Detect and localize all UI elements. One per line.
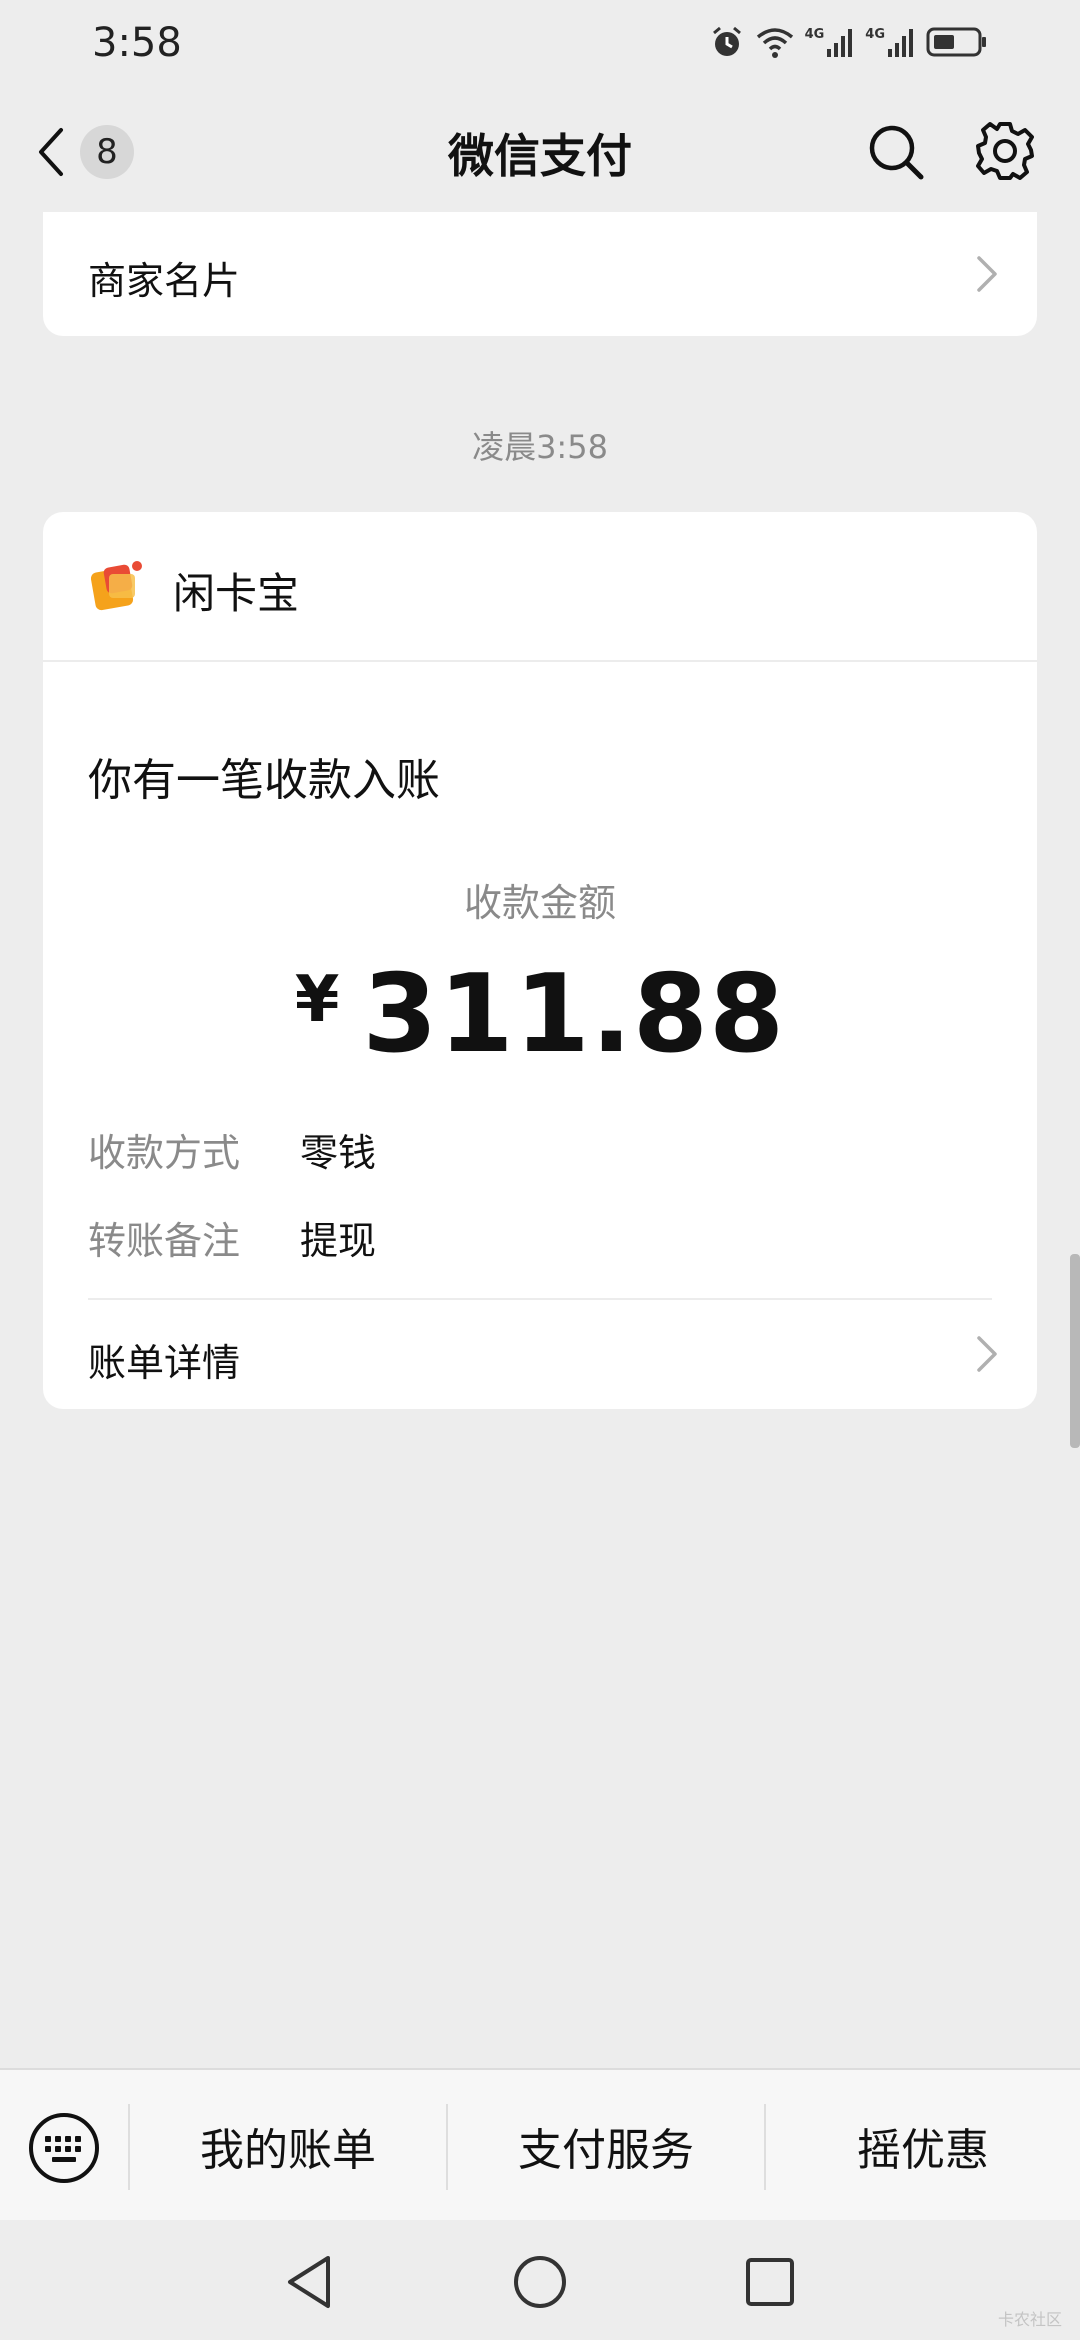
status-time: 3:58 (92, 20, 182, 66)
header: 8 微信支付 (0, 90, 1080, 212)
wifi-icon (756, 28, 793, 58)
status-bar: 3:58 4G 4G (0, 0, 1080, 90)
system-nav-bar: 卡农社区 (0, 2220, 1080, 2340)
keyboard-icon (29, 2113, 99, 2183)
keyboard-toggle-button[interactable] (28, 2112, 100, 2184)
alarm-icon (712, 26, 741, 56)
detail-value: 零钱 (300, 1131, 377, 1175)
menu-item-my-bills[interactable]: 我的账单 (130, 2070, 446, 2222)
amount-value: ¥311.88 (43, 952, 1037, 1077)
brand-logo-icon (91, 559, 144, 611)
detail-row-transfer-note: 转账备注 提现 (88, 1210, 376, 1265)
brand-name: 闲卡宝 (173, 569, 300, 618)
search-icon (869, 125, 924, 180)
signal-4g-icon: 4G (865, 27, 916, 57)
currency-symbol: ¥ (294, 963, 341, 1037)
scrollbar-thumb[interactable] (1070, 1254, 1080, 1448)
menu-item-payment-services[interactable]: 支付服务 (448, 2070, 764, 2222)
bill-details-label: 账单详情 (88, 1341, 241, 1385)
chevron-right-icon (977, 256, 997, 292)
detail-key: 收款方式 (88, 1131, 241, 1175)
nav-home-icon[interactable] (510, 2252, 570, 2312)
chevron-right-icon (977, 1336, 997, 1372)
watermark: 卡农社区 (997, 2310, 1062, 2329)
settings-button[interactable] (972, 118, 1038, 184)
battery-icon (926, 27, 986, 57)
amount-label: 收款金额 (463, 881, 616, 925)
bill-details-row[interactable]: 账单详情 (43, 1300, 1037, 1409)
service-menu-bar: 我的账单 支付服务 摇优惠 (0, 2068, 1080, 2222)
signal-4g-icon: 4G (805, 27, 856, 57)
payment-notice-card[interactable]: 闲卡宝 你有一笔收款入账 收款金额 ¥311.88 收款方式 零钱 转账备注 提现 … (43, 512, 1037, 1409)
menu-item-shake-offers[interactable]: 摇优惠 (766, 2070, 1080, 2222)
merchant-card-label: 商家名片 (88, 259, 241, 303)
notice-title: 你有一笔收款入账 (88, 755, 440, 806)
status-icons: 4G 4G (709, 22, 988, 62)
brand-row: 闲卡宝 (43, 512, 1037, 662)
nav-recents-icon[interactable] (740, 2252, 800, 2312)
amount-number: 311.88 (362, 952, 786, 1077)
nav-back-icon[interactable] (280, 2252, 340, 2312)
detail-value: 提现 (300, 1219, 377, 1263)
merchant-card-row[interactable]: 商家名片 (43, 212, 1037, 336)
gear-icon (976, 122, 1034, 180)
detail-row-payment-method: 收款方式 零钱 (88, 1122, 376, 1177)
detail-key: 转账备注 (88, 1219, 241, 1263)
message-timestamp: 凌晨3:58 (472, 428, 608, 466)
search-button[interactable] (864, 120, 928, 184)
